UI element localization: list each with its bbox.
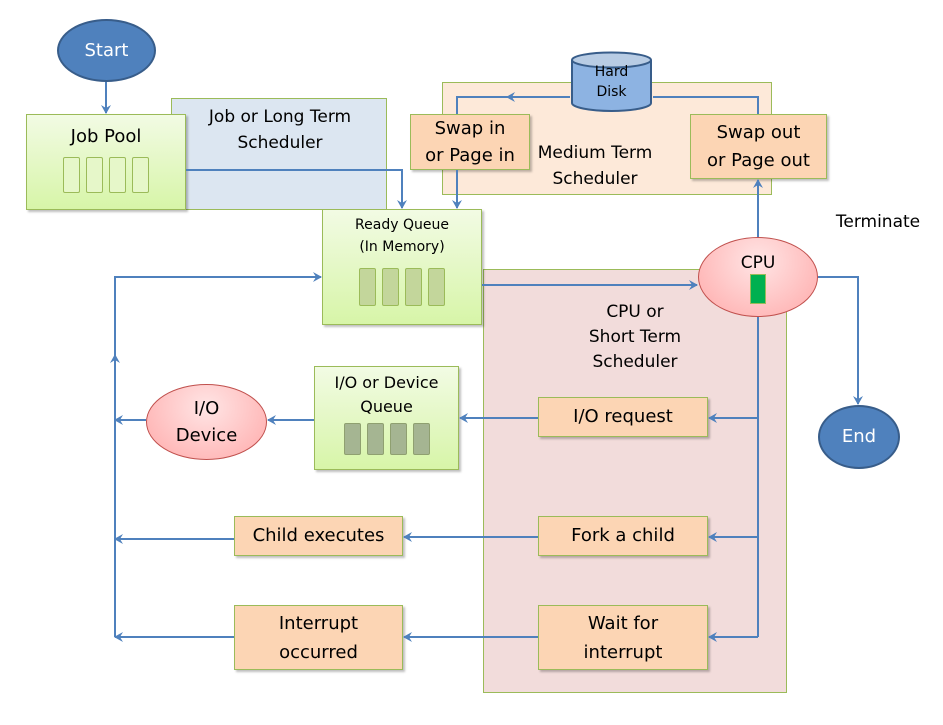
- io-device-node[interactable]: I/O Device: [146, 384, 267, 460]
- cpu-node[interactable]: CPU: [698, 237, 818, 317]
- medium-term-scheduler-line1: Medium Term: [537, 143, 653, 163]
- interrupt-occurred-box[interactable]: Interrupt occurred: [234, 605, 403, 670]
- swap-out-line2: or Page out: [707, 149, 810, 171]
- job-pool-slots: [63, 157, 149, 193]
- start-label: Start: [84, 39, 129, 61]
- io-request-label: I/O request: [573, 406, 673, 427]
- wait-interrupt-line2: interrupt: [583, 641, 663, 663]
- short-term-scheduler-line3: Scheduler: [592, 352, 678, 372]
- ready-slot: [428, 268, 445, 306]
- swap-out-line1: Swap out: [716, 121, 801, 143]
- swap-in-line1: Swap in: [434, 118, 506, 139]
- short-term-scheduler-label: CPU or Short Term Scheduler: [565, 300, 705, 375]
- ready-queue-line2: (In Memory): [359, 239, 445, 255]
- job-slot: [109, 157, 126, 193]
- long-term-scheduler-label: Job or Long Term Scheduler: [190, 104, 370, 156]
- child-executes-box[interactable]: Child executes: [234, 516, 403, 556]
- job-slot: [63, 157, 80, 193]
- ready-queue-box[interactable]: Ready Queue (In Memory): [322, 209, 482, 325]
- ready-queue-line1: Ready Queue: [355, 217, 449, 233]
- fork-child-label: Fork a child: [571, 525, 675, 546]
- long-term-scheduler-line2: Scheduler: [237, 133, 323, 153]
- end-node[interactable]: End: [818, 405, 900, 469]
- wait-interrupt-box[interactable]: Wait for interrupt: [538, 605, 708, 670]
- io-device-line2: Device: [175, 425, 238, 446]
- short-term-scheduler-line2: Short Term: [588, 327, 682, 347]
- swap-in-box[interactable]: Swap in or Page in: [410, 114, 530, 170]
- cpu-running-process: [750, 274, 766, 304]
- io-slot: [366, 423, 384, 455]
- wait-interrupt-line1: Wait for: [587, 612, 659, 634]
- medium-term-scheduler-line2: Scheduler: [552, 169, 638, 189]
- io-slot: [389, 423, 407, 455]
- child-executes-label: Child executes: [252, 525, 385, 546]
- io-slot: [343, 423, 361, 455]
- io-request-box[interactable]: I/O request: [538, 397, 708, 437]
- io-queue-line1: I/O or Device: [334, 373, 439, 392]
- start-node[interactable]: Start: [57, 19, 156, 82]
- ready-slot: [382, 268, 399, 306]
- hard-disk-label: Hard Disk: [570, 62, 653, 102]
- job-pool-label: Job Pool: [70, 126, 142, 147]
- terminate-label: Terminate: [835, 212, 921, 232]
- hard-disk-line2: Disk: [596, 84, 627, 100]
- io-queue-line2: Queue: [360, 397, 413, 416]
- job-slot: [86, 157, 103, 193]
- io-slot: [412, 423, 430, 455]
- io-queue-slots: [343, 423, 430, 455]
- job-slot: [132, 157, 149, 193]
- arrow-cpu-to-end: [818, 276, 863, 405]
- end-label: End: [841, 426, 877, 447]
- fork-child-box[interactable]: Fork a child: [538, 516, 708, 556]
- ready-queue-slots: [359, 268, 445, 306]
- io-device-line1: I/O: [193, 398, 220, 419]
- interrupt-occurred-line2: occurred: [279, 641, 358, 663]
- short-term-scheduler-line1: CPU or: [606, 302, 664, 322]
- ready-slot: [405, 268, 422, 306]
- swap-in-line2: or Page in: [425, 145, 515, 166]
- hard-disk-line1: Hard: [594, 64, 629, 80]
- interrupt-occurred-line1: Interrupt: [278, 612, 359, 634]
- medium-term-scheduler-label: Medium Term Scheduler: [530, 140, 660, 192]
- io-queue-box[interactable]: I/O or Device Queue: [314, 366, 459, 470]
- cpu-label: CPU: [740, 253, 776, 273]
- job-pool-box[interactable]: Job Pool: [26, 114, 186, 210]
- long-term-scheduler-line1: Job or Long Term: [208, 107, 352, 127]
- swap-out-box[interactable]: Swap out or Page out: [690, 114, 827, 179]
- ready-slot: [359, 268, 376, 306]
